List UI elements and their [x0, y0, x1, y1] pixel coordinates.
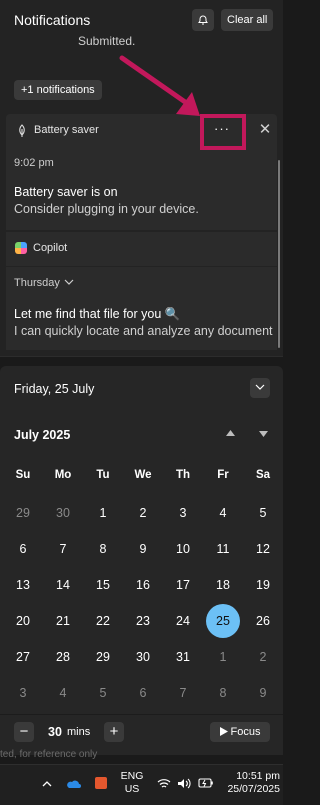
calendar-day[interactable]: 8 — [84, 532, 122, 566]
calendar-day[interactable]: 21 — [44, 604, 82, 638]
calendar-day[interactable]: 18 — [204, 568, 242, 602]
month-label[interactable]: July 2025 — [14, 428, 70, 442]
weekday-label: Mo — [54, 469, 72, 481]
focus-button[interactable]: Focus — [210, 722, 270, 742]
calendar-day[interactable]: 13 — [4, 568, 42, 602]
calendar-day[interactable]: 1 — [204, 640, 242, 674]
increase-minutes-button[interactable]: + — [104, 722, 124, 742]
calendar-day[interactable]: 4 — [44, 676, 82, 710]
chevron-down-icon — [255, 384, 265, 390]
next-month-icon[interactable] — [259, 431, 268, 437]
notification-time: 9:02 pm — [14, 157, 54, 169]
day-group-label[interactable]: Thursday — [14, 277, 60, 289]
more-notifications-button[interactable]: +1 notifications — [14, 80, 102, 100]
calendar-day[interactable]: 16 — [124, 568, 162, 602]
calendar-day[interactable]: 29 — [84, 640, 122, 674]
calendar-day[interactable]: 10 — [164, 532, 202, 566]
calendar-day[interactable]: 4 — [204, 496, 242, 530]
calendar-day[interactable]: 9 — [244, 676, 282, 710]
weekday-label: Th — [175, 469, 191, 481]
copilot-icon — [15, 242, 27, 254]
calendar-day[interactable]: 17 — [164, 568, 202, 602]
calendar-day[interactable]: 30 — [124, 640, 162, 674]
watermark-text: ted, for reference only — [0, 749, 98, 760]
weekday-label: We — [134, 469, 152, 481]
battery-title: Battery saver is on — [14, 185, 118, 199]
calendar-date-header: Friday, 25 July — [14, 382, 95, 396]
onedrive-icon[interactable] — [65, 778, 81, 789]
scrollbar[interactable] — [278, 160, 280, 348]
calendar-day[interactable]: 30 — [44, 496, 82, 530]
chevron-down-icon[interactable] — [64, 279, 74, 286]
clock-date: 25/07/2025 — [227, 783, 280, 795]
calendar-day[interactable]: 1 — [84, 496, 122, 530]
focus-button-label: Focus — [230, 726, 261, 738]
calendar-day[interactable]: 8 — [204, 676, 242, 710]
calendar-day[interactable]: 23 — [124, 604, 162, 638]
focus-assist-button[interactable] — [192, 9, 214, 31]
calendar-day[interactable]: 6 — [4, 532, 42, 566]
focus-minutes-value: 30 — [48, 725, 62, 739]
battery-app-name: Battery saver — [34, 124, 99, 136]
calendar-day-today[interactable]: 25 — [204, 604, 242, 638]
calendar-day[interactable]: 31 — [164, 640, 202, 674]
tray-app-icon[interactable] — [95, 777, 107, 789]
copilot-app-name: Copilot — [33, 242, 68, 254]
calendar-day[interactable]: 14 — [44, 568, 82, 602]
calendar-day[interactable]: 7 — [164, 676, 202, 710]
clock-time: 10:51 pm — [236, 770, 280, 782]
calendar-day[interactable]: 19 — [244, 568, 282, 602]
volume-icon[interactable] — [177, 778, 191, 789]
calendar-day[interactable]: 7 — [44, 532, 82, 566]
previous-month-icon[interactable] — [226, 430, 235, 436]
clear-all-button[interactable]: Clear all — [221, 9, 274, 31]
notifications-title: Notifications — [14, 12, 91, 28]
calendar-day[interactable]: 27 — [4, 640, 42, 674]
calendar-day[interactable]: 12 — [244, 532, 282, 566]
battery-body: Consider plugging in your device. — [14, 202, 199, 216]
calendar-day[interactable]: 11 — [204, 532, 242, 566]
weekday-label: Tu — [96, 469, 110, 481]
play-icon — [219, 727, 228, 736]
annotation-arrow — [119, 55, 200, 116]
bell-snooze-icon — [198, 15, 208, 25]
calendar-collapse-button[interactable] — [250, 378, 270, 398]
calendar-day[interactable]: 20 — [4, 604, 42, 638]
language-indicator[interactable]: ENG US — [118, 770, 146, 796]
calendar-day[interactable]: 26 — [244, 604, 282, 638]
calendar-day[interactable]: 2 — [244, 640, 282, 674]
region-code: US — [124, 783, 140, 795]
calendar-day[interactable]: 29 — [4, 496, 42, 530]
previous-notification-text: Submitted. — [78, 34, 136, 48]
battery-icon[interactable] — [198, 777, 214, 789]
calendar-day[interactable]: 28 — [44, 640, 82, 674]
focus-minutes-unit: mins — [67, 726, 91, 738]
calendar-day[interactable]: 3 — [4, 676, 42, 710]
calendar-day[interactable]: 9 — [124, 532, 162, 566]
chevron-up-icon[interactable] — [42, 780, 52, 787]
calendar-day[interactable]: 15 — [84, 568, 122, 602]
calendar-day[interactable]: 5 — [84, 676, 122, 710]
decrease-minutes-button[interactable]: − — [14, 722, 34, 742]
annotation-highlight-box — [200, 114, 246, 150]
close-icon[interactable]: ✕ — [258, 122, 272, 138]
weekday-label: Sa — [255, 469, 271, 481]
language-code: ENG — [120, 770, 144, 782]
wifi-icon[interactable] — [157, 778, 171, 789]
calendar-day[interactable]: 6 — [124, 676, 162, 710]
calendar-day[interactable]: 22 — [84, 604, 122, 638]
calendar-day[interactable]: 5 — [244, 496, 282, 530]
calendar-day[interactable]: 2 — [124, 496, 162, 530]
copilot-body: I can quickly locate and analyze any doc… — [14, 324, 273, 338]
system-clock[interactable]: 10:51 pm 25/07/2025 — [224, 770, 280, 796]
copilot-title: Let me find that file for you 🔍 — [14, 307, 181, 321]
leaf-icon — [19, 124, 25, 137]
calendar-day[interactable]: 24 — [164, 604, 202, 638]
calendar-day[interactable]: 3 — [164, 496, 202, 530]
weekday-label: Fr — [217, 469, 229, 481]
weekday-label: Su — [15, 469, 31, 481]
